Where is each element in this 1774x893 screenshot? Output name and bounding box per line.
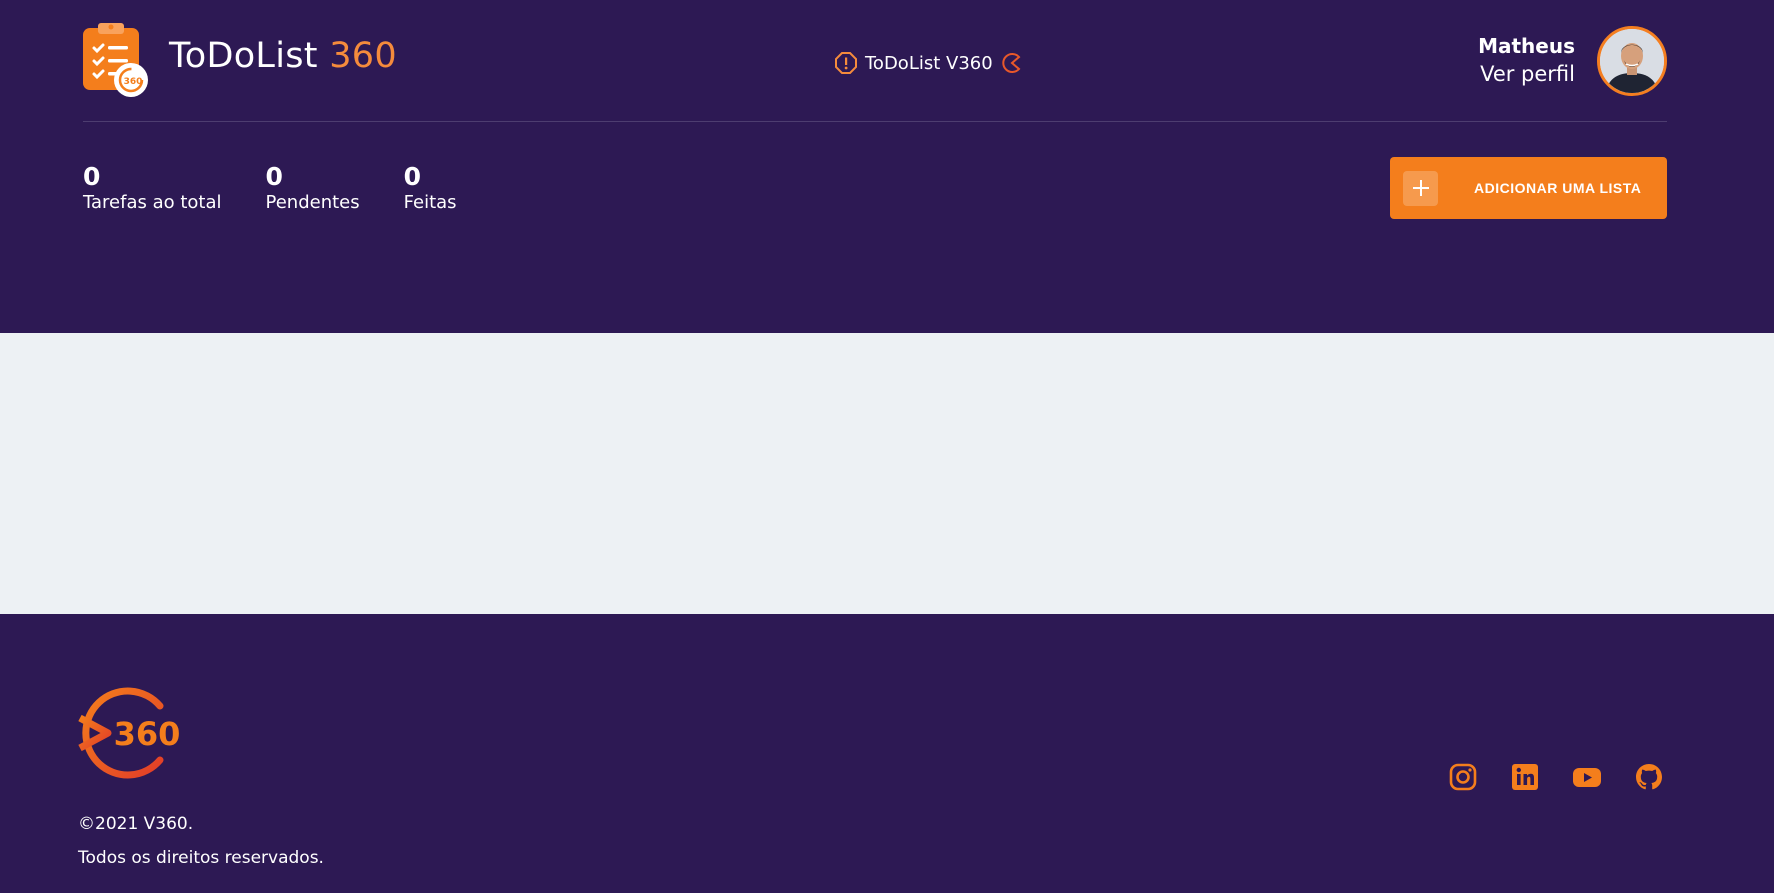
plus-icon	[1403, 170, 1438, 206]
user-info: Matheus Ver perfil	[1478, 33, 1575, 89]
social-links	[1448, 762, 1664, 792]
center-badge-text: ToDoList V360	[865, 52, 993, 74]
stat-label: Tarefas ao total	[83, 192, 222, 213]
app-title[interactable]: ToDoList 360	[169, 36, 397, 76]
alert-octagon-icon	[835, 52, 857, 74]
footer-logo-text: 360	[114, 715, 181, 753]
svg-text:360: 360	[124, 77, 143, 87]
top-bar: 360 ToDoList 360 ToDoList V360 Matheus V…	[83, 0, 1667, 122]
add-list-button[interactable]: ADICIONAR UMA LISTA	[1390, 157, 1667, 219]
stat-value: 0	[83, 162, 101, 191]
add-list-label: ADICIONAR UMA LISTA	[1474, 180, 1642, 196]
stat-label: Feitas	[403, 192, 457, 213]
linkedin-icon[interactable]	[1510, 762, 1540, 792]
user-name: Matheus	[1478, 34, 1575, 58]
stat-value: 0	[265, 162, 283, 191]
stat-value: 0	[403, 162, 422, 191]
view-profile-link[interactable]: Ver perfil	[1478, 59, 1575, 89]
rights-text: Todos os direitos reservados.	[78, 848, 324, 868]
app-title-name: ToDoList	[169, 36, 318, 76]
stats-summary: 0 Tarefas ao total 0 Pendentes 0 Feitas	[83, 163, 457, 215]
instagram-icon[interactable]	[1448, 762, 1478, 792]
app-title-accent: 360	[329, 36, 397, 76]
youtube-icon[interactable]	[1572, 762, 1602, 792]
lists-area	[0, 333, 1774, 614]
github-icon[interactable]	[1634, 762, 1664, 792]
app-logo-icon[interactable]: 360	[83, 22, 153, 98]
footer-copyright: ©2021 V360. Todos os direitos reservados…	[78, 807, 324, 875]
copyright-text: ©2021 V360.	[78, 814, 194, 834]
footer: 360 ©2021 V360. Todos os direitos reserv…	[0, 614, 1774, 893]
stat-label: Pendentes	[265, 192, 360, 213]
header: 360 ToDoList 360 ToDoList V360 Matheus V…	[0, 0, 1774, 333]
stat-total: 0 Tarefas ao total	[83, 163, 222, 215]
center-badge: ToDoList V360	[835, 50, 1023, 76]
stat-done: 0 Feitas	[404, 163, 457, 215]
v360-logo-icon[interactable]: 360	[78, 686, 188, 784]
v360-mini-logo-icon	[1001, 53, 1021, 73]
avatar[interactable]	[1597, 26, 1667, 96]
user-photo-icon	[1600, 29, 1664, 93]
user-box: Matheus Ver perfil	[1478, 26, 1667, 96]
stat-pending: 0 Pendentes	[266, 163, 360, 215]
